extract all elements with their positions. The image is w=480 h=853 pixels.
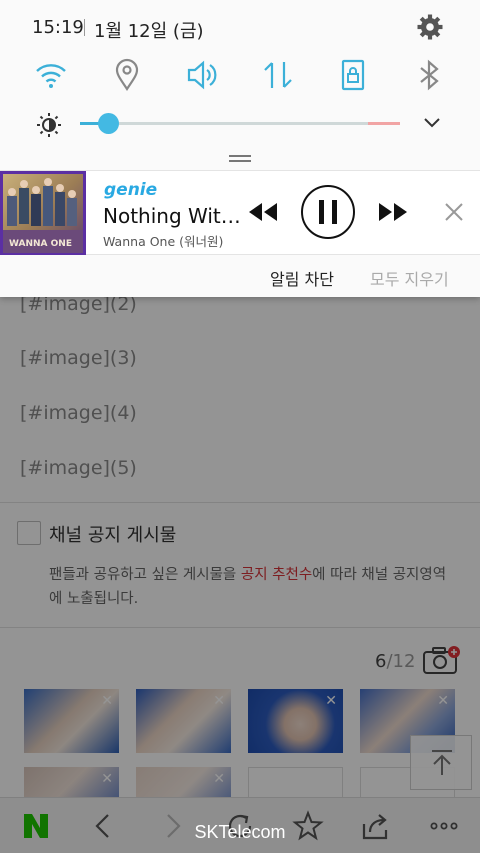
notice-title: 채널 공지 게시물 xyxy=(49,525,177,546)
location-icon[interactable] xyxy=(110,58,144,92)
remove-icon[interactable]: ✕ xyxy=(325,693,337,709)
mobile-data-icon[interactable] xyxy=(261,58,295,92)
remove-icon[interactable]: ✕ xyxy=(213,693,225,709)
shade-drag-handle[interactable] xyxy=(229,155,251,162)
image-count: 6/12 xyxy=(375,651,416,672)
image-placeholder: [#image](3) xyxy=(20,347,137,369)
album-art-text: WANNA ONE xyxy=(9,239,72,249)
image-placeholder: [#image](5) xyxy=(20,457,137,479)
brightness-slider-thumb[interactable] xyxy=(98,113,120,134)
clear-all-button[interactable]: 모두 지우기 xyxy=(370,266,449,290)
camera-add-icon[interactable] xyxy=(422,645,460,675)
image-thumbnail[interactable]: ✕ xyxy=(24,689,119,753)
carrier-label: SKTelecom xyxy=(194,822,286,842)
status-date: 1월 12일 (금) xyxy=(94,21,204,42)
song-title: Nothing Wit… xyxy=(103,204,241,228)
close-icon[interactable] xyxy=(443,201,465,223)
app-name: genie xyxy=(104,180,158,200)
divider xyxy=(0,627,480,628)
notice-highlight: 공지 추천수 xyxy=(240,567,313,583)
notification-shade: 15:19 1월 12일 (금) WANNA ONE genie Nothing… xyxy=(0,0,480,297)
rewind-icon[interactable] xyxy=(246,200,280,224)
remove-icon[interactable]: ✕ xyxy=(437,693,449,709)
remove-icon[interactable]: ✕ xyxy=(101,771,113,787)
notice-description: 팬들과 공유하고 싶은 게시물을 공지 추천수에 따라 채널 공지영역에 노출됩… xyxy=(49,567,447,607)
chevron-down-icon[interactable] xyxy=(422,115,442,131)
fast-forward-icon[interactable] xyxy=(376,200,410,224)
brightness-icon xyxy=(37,113,61,137)
brightness-slider-track[interactable] xyxy=(80,122,400,125)
arrow-up-icon xyxy=(432,750,452,775)
wifi-icon[interactable] xyxy=(34,58,68,92)
pause-button[interactable] xyxy=(300,184,356,240)
sound-icon[interactable] xyxy=(186,58,220,92)
song-artist: Wanna One (워너원) xyxy=(103,234,224,249)
image-placeholder: [#image](4) xyxy=(20,402,137,424)
remove-icon[interactable]: ✕ xyxy=(101,693,113,709)
image-thumbnail[interactable]: ✕ xyxy=(136,689,231,753)
divider xyxy=(0,502,480,503)
album-art-image: WANNA ONE xyxy=(3,174,83,253)
brightness-slider-warning xyxy=(368,122,400,125)
screen-lock-icon[interactable] xyxy=(336,58,370,92)
scroll-top-button[interactable] xyxy=(410,735,472,790)
album-art[interactable]: WANNA ONE xyxy=(0,171,86,256)
block-notifications-button[interactable]: 알림 차단 xyxy=(270,266,334,290)
status-time: 15:19 xyxy=(32,17,84,38)
notification-actions: 알림 차단 모두 지우기 xyxy=(0,255,480,297)
bluetooth-icon[interactable] xyxy=(412,58,446,92)
remove-icon[interactable]: ✕ xyxy=(213,771,225,787)
settings-gear-icon[interactable] xyxy=(416,13,444,41)
notice-checkbox[interactable] xyxy=(17,521,41,545)
image-thumbnail[interactable]: ✕ xyxy=(248,689,343,753)
media-notification[interactable]: WANNA ONE genie Nothing Wit… Wanna One (… xyxy=(0,170,480,256)
divider xyxy=(84,19,85,36)
